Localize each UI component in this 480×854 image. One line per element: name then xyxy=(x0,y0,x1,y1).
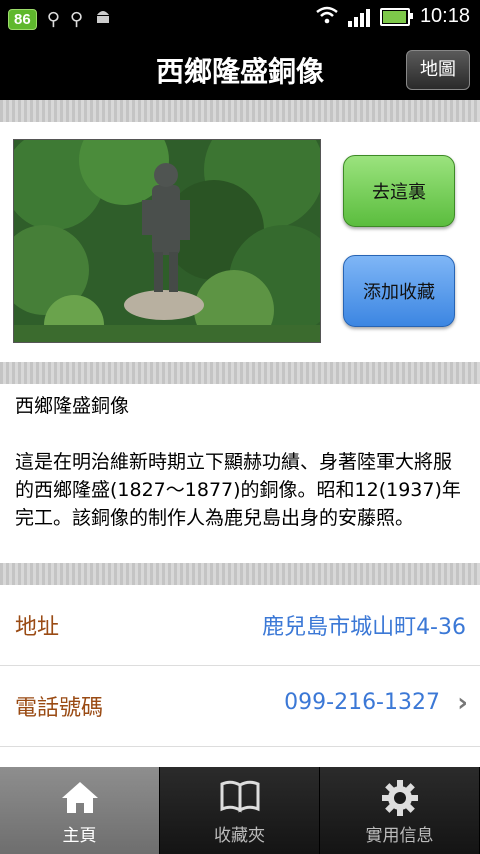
notification-badge: 86 xyxy=(8,9,37,30)
usb-icon: ⚲ xyxy=(46,8,60,30)
phone-value[interactable]: 099-216-1327 xyxy=(284,690,440,715)
tab-home[interactable]: 主頁 xyxy=(0,767,160,854)
tab-favorites[interactable]: 收藏夾 xyxy=(160,767,320,854)
hero-section: 去這裏 添加收藏 xyxy=(0,122,480,362)
tab-favorites-label: 收藏夾 xyxy=(214,826,265,846)
divider-stripe xyxy=(0,563,480,585)
gear-icon xyxy=(320,779,479,819)
divider-stripe xyxy=(0,100,480,122)
description-body: 這是在明治維新時期立下顯赫功績、身著陸軍大將服的西鄉隆盛(1827～1877)的… xyxy=(15,451,461,529)
signal-icon xyxy=(347,7,370,27)
phone-label: 電話號碼 xyxy=(15,696,104,721)
home-icon xyxy=(0,779,159,819)
tab-home-label: 主頁 xyxy=(62,826,97,846)
divider-stripe xyxy=(0,362,480,384)
go-here-button[interactable]: 去這裏 xyxy=(343,155,455,227)
battery-icon xyxy=(379,7,413,26)
wifi-icon xyxy=(316,6,338,28)
tab-info-label: 實用信息 xyxy=(365,826,434,846)
add-favorite-button[interactable]: 添加收藏 xyxy=(343,255,455,327)
address-value: 鹿兒島市城山町4-36 xyxy=(262,615,466,640)
chevron-right-icon: › xyxy=(457,688,468,718)
usb-icon: ⚲ xyxy=(69,8,84,30)
clock: 10:18 xyxy=(419,5,470,27)
address-row: 地址 鹿兒島市城山町4-36 xyxy=(0,585,480,666)
address-label: 地址 xyxy=(15,615,60,640)
book-icon xyxy=(160,779,319,819)
map-button[interactable]: 地圖 xyxy=(406,50,470,90)
tab-info[interactable]: 實用信息 xyxy=(320,767,480,854)
statue-photo xyxy=(13,139,321,343)
description-section: 西鄉隆盛銅像 這是在明治維新時期立下顯赫功績、身著陸軍大將服的西鄉隆盛(1827… xyxy=(15,392,470,532)
phone-row[interactable]: 電話號碼 099-216-1327 › xyxy=(0,666,480,747)
bottom-tab-bar: 主頁 收藏夾 實用信息 xyxy=(0,767,480,854)
description-title: 西鄉隆盛銅像 xyxy=(15,395,130,417)
android-icon xyxy=(93,6,113,33)
title-bar: 西鄉隆盛銅像 地圖 xyxy=(0,36,480,100)
status-bar: 86 ⚲ ⚲ 10:18 xyxy=(0,0,480,36)
